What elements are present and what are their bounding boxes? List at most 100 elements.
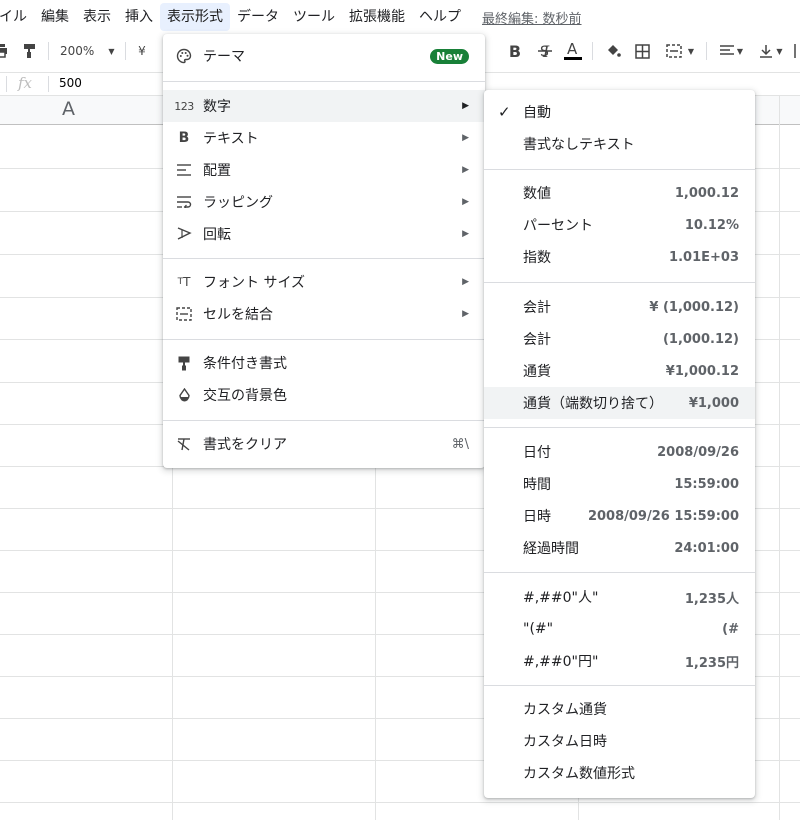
submenu-item-number[interactable]: 数値 1,000.12 (484, 177, 755, 209)
submenu-item-time[interactable]: 時間 15:59:00 (484, 468, 755, 500)
submenu-item-duration[interactable]: 経過時間 24:01:00 (484, 532, 755, 564)
menu-item-number[interactable]: 123 数字 ▶ (163, 90, 485, 122)
submenu-arrow-icon: ▶ (462, 197, 469, 207)
menu-item-merge[interactable]: セルを結合 ▶ (163, 298, 485, 330)
grid-row-line (0, 802, 800, 803)
submenu-item-custom-number[interactable]: カスタム数値形式 (484, 757, 755, 789)
strikethrough-icon[interactable]: S (534, 36, 556, 66)
vertical-align-button[interactable]: ▼ (754, 36, 788, 66)
submenu-item-custom-2[interactable]: "(#" (# (484, 613, 755, 645)
zoom-value: 200% (60, 44, 95, 58)
zoom-select[interactable]: 200% ▼ (60, 36, 120, 66)
horizontal-align-button[interactable]: ▼ (714, 36, 748, 66)
menu-item-label: フォント サイズ (203, 275, 306, 291)
chevron-down-icon: ▼ (108, 46, 115, 56)
format-menu: テーマ New 123 数字 ▶ B テキスト ▶ 配置 ▶ ラッピング ▶ 回… (163, 34, 485, 468)
menu-item-text[interactable]: B テキスト ▶ (163, 122, 485, 154)
chevron-down-icon: ▼ (687, 46, 695, 56)
unused-3 (506, 36, 526, 66)
droplet-icon (175, 386, 193, 404)
submenu-arrow-icon: ▶ (462, 277, 469, 287)
submenu-item-label: "(#" (523, 621, 554, 637)
borders-icon[interactable] (632, 36, 652, 66)
submenu-item-label: 経過時間 (523, 541, 579, 557)
submenu-item-financial[interactable]: 会計 (1,000.12) (484, 323, 755, 355)
submenu-arrow-icon: ▶ (462, 133, 469, 143)
menu-edit[interactable]: 編集 (34, 3, 76, 31)
formula-input[interactable]: 500 (59, 76, 82, 90)
menu-item-clear-format[interactable]: 書式をクリア ⌘\ (163, 428, 485, 460)
align-left-icon (175, 161, 193, 179)
format-clear-icon (175, 435, 193, 453)
menu-item-theme[interactable]: テーマ New (163, 40, 485, 72)
menu-item-label: 配置 (203, 163, 231, 179)
menubar: イル 編集 表示 挿入 表示形式 データ ツール 拡張機能 ヘルプ 最終編集: … (0, 0, 800, 34)
submenu-item-date[interactable]: 日付 2008/09/26 (484, 436, 755, 468)
menu-tools[interactable]: ツール (286, 3, 342, 31)
format-example: 2008/09/26 (657, 444, 739, 460)
submenu-item-label: カスタム日時 (523, 734, 607, 750)
column-letter-a[interactable]: A (62, 98, 75, 120)
submenu-item-custom-1[interactable]: #,##0"人" 1,235人 (484, 581, 755, 613)
submenu-item-custom-currency[interactable]: カスタム通貨 (484, 693, 755, 725)
format-example: 1,000.12 (674, 185, 739, 201)
formula-separator (6, 76, 7, 92)
menu-help[interactable]: ヘルプ (412, 3, 468, 31)
last-edit-link[interactable]: 最終編集: 数秒前 (482, 8, 582, 27)
format-example: 1,235人 (684, 591, 739, 607)
submenu-item-custom-datetime[interactable]: カスタム日時 (484, 725, 755, 757)
submenu-arrow-icon: ▶ (462, 309, 469, 319)
fill-color-icon[interactable] (603, 36, 623, 66)
format-example: (# (722, 621, 739, 637)
format-example: 15:59:00 (674, 476, 739, 492)
submenu-item-label: 自動 (523, 105, 551, 121)
menu-insert[interactable]: 挿入 (118, 3, 160, 31)
submenu-item-datetime[interactable]: 日時 2008/09/26 15:59:00 (484, 500, 755, 532)
submenu-item-label: #,##0"人" (523, 590, 599, 606)
submenu-item-label: カスタム通貨 (523, 702, 607, 718)
submenu-item-currency[interactable]: 通貨 ¥1,000.12 (484, 355, 755, 387)
submenu-item-accounting[interactable]: 会計 ¥ (1,000.12) (484, 291, 755, 323)
submenu-item-scientific[interactable]: 指数 1.01E+03 (484, 241, 755, 273)
text-rotation-icon (175, 225, 193, 243)
svg-text:A: A (567, 40, 578, 58)
submenu-item-currency-rounded[interactable]: 通貨（端数切り捨て） ¥1,000 (484, 387, 755, 419)
chevron-down-icon: ▼ (736, 46, 744, 56)
submenu-item-plain-text[interactable]: 書式なしテキスト (484, 128, 755, 160)
menu-divider (163, 258, 485, 259)
menu-item-conditional-format[interactable]: 条件付き書式 (163, 347, 485, 379)
menu-item-alternating-colors[interactable]: 交互の背景色 (163, 379, 485, 411)
format-example: 10.12% (684, 217, 739, 233)
menu-divider (484, 282, 755, 283)
menu-data[interactable]: データ (230, 3, 286, 31)
submenu-item-label: 通貨（端数切り捨て） (523, 396, 663, 412)
merge-cells-button[interactable]: ▼ (661, 36, 699, 66)
toolbar-separator (592, 42, 593, 60)
menu-item-font-size[interactable]: TT フォント サイズ ▶ (163, 266, 485, 298)
menu-extensions[interactable]: 拡張機能 (342, 3, 412, 31)
submenu-item-custom-3[interactable]: #,##0"円" 1,235円 (484, 645, 755, 677)
menu-view[interactable]: 表示 (76, 3, 118, 31)
menu-item-label: セルを結合 (203, 307, 273, 323)
menu-item-rotate[interactable]: 回転 ▶ (163, 218, 485, 250)
submenu-item-percent[interactable]: パーセント 10.12% (484, 209, 755, 241)
menu-divider (484, 427, 755, 428)
menu-item-label: ラッピング (203, 195, 273, 211)
text-color-icon[interactable]: A (562, 36, 584, 66)
chevron-down-icon: ▼ (776, 46, 783, 56)
menu-divider (484, 572, 755, 573)
currency-format-button[interactable]: ¥ (134, 36, 150, 66)
paint-format-icon[interactable] (20, 36, 40, 66)
submenu-item-label: 日時 (523, 509, 551, 525)
submenu-item-auto[interactable]: ✓ 自動 (484, 96, 755, 128)
print-icon[interactable] (0, 36, 12, 66)
shortcut-label: ⌘\ (451, 436, 469, 452)
menu-format[interactable]: 表示形式 (160, 3, 230, 31)
menu-item-label: 書式をクリア (203, 437, 287, 453)
menu-item-align[interactable]: 配置 ▶ (163, 154, 485, 186)
menu-divider (163, 420, 485, 421)
menu-file[interactable]: イル (0, 3, 34, 31)
submenu-item-label: 書式なしテキスト (523, 137, 635, 153)
menu-item-wrap[interactable]: ラッピング ▶ (163, 186, 485, 218)
text-wrap-icon[interactable] (790, 36, 800, 66)
